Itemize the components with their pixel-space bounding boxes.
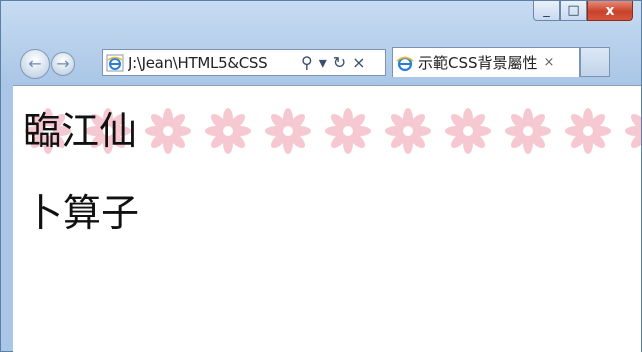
ie-tab-icon	[396, 56, 414, 71]
ie-page-icon	[106, 54, 124, 71]
forward-arrow-icon: →	[56, 54, 70, 73]
forward-button[interactable]: →	[51, 52, 75, 76]
search-icon[interactable]: ⚲	[301, 53, 313, 72]
tab-active[interactable]: 示範CSS背景屬性 ×	[392, 47, 580, 77]
flower-icon	[445, 108, 491, 154]
heading-linjiangxian: 臨江仙	[23, 109, 138, 153]
minimize-button[interactable]: _	[533, 1, 560, 21]
tab-label: 示範CSS背景屬性	[418, 54, 538, 72]
back-arrow-icon: ←	[28, 54, 42, 73]
address-url[interactable]: J:\Jean\HTML5&CSS	[128, 54, 296, 72]
flower-icon	[385, 108, 431, 154]
heading-busuanzi: 卜算子	[25, 191, 140, 235]
window-controls: _ □ x	[533, 1, 633, 21]
tab-close-icon[interactable]: ×	[544, 55, 555, 70]
maximize-icon: □	[567, 3, 580, 18]
address-tools: ⚲ ▾ ↻ ×	[298, 53, 369, 72]
refresh-icon[interactable]: ↻	[333, 53, 346, 72]
flower-icon	[505, 108, 551, 154]
stop-icon[interactable]: ×	[352, 53, 365, 72]
address-bar[interactable]: J:\Jean\HTML5&CSS ⚲ ▾ ↻ ×	[102, 49, 386, 76]
back-button[interactable]: ←	[20, 49, 50, 79]
flower-icon	[565, 108, 611, 154]
navigation-bar: ← → J:\Jean\HTML5&CSS ⚲ ▾ ↻ × 示範CSS背景屬性 …	[1, 35, 641, 85]
browser-window: _ □ x ← → J:\Jean\HTML5&CSS ⚲ ▾ ↻ × 示範CS…	[0, 0, 642, 352]
flower-icon	[145, 108, 191, 154]
maximize-button[interactable]: □	[560, 1, 587, 21]
chevron-down-icon[interactable]: ▾	[319, 53, 327, 72]
flower-icon	[265, 108, 311, 154]
flower-icon	[325, 108, 371, 154]
minimize-icon: _	[543, 3, 550, 18]
close-icon: x	[605, 2, 615, 19]
flower-icon	[205, 108, 251, 154]
title-bar: _ □ x	[1, 1, 641, 35]
close-button[interactable]: x	[587, 1, 633, 21]
flower-icon	[625, 113, 641, 149]
new-tab-button[interactable]	[580, 47, 610, 77]
page-content: 臨江仙 卜算子	[13, 85, 641, 352]
